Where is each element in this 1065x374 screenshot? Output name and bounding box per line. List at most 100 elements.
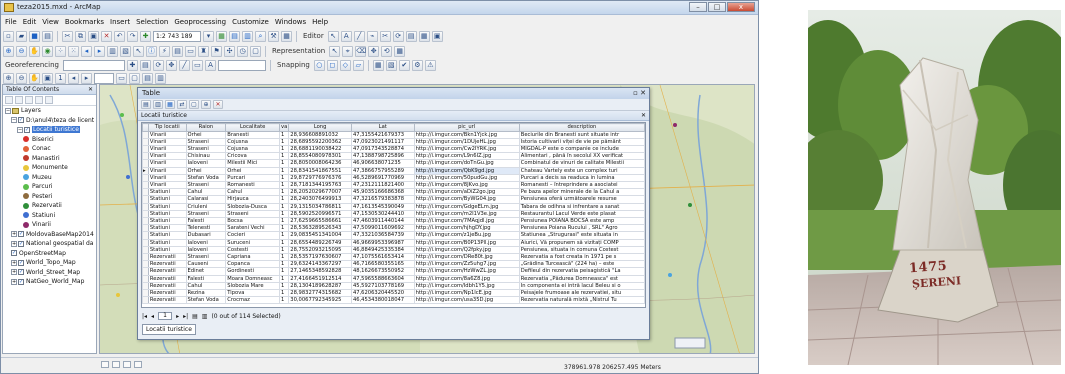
table-cell[interactable]: Rezervatii [147, 274, 187, 283]
trace-icon[interactable]: ⌁ [366, 30, 378, 42]
table-cell[interactable]: 47,3866757955289 [350, 166, 415, 175]
table-cell[interactable]: 29,6324143367297 [288, 260, 352, 269]
toc-item[interactable]: − Layers [3, 106, 96, 116]
table-cell[interactable]: 1 [279, 152, 290, 161]
table-cell[interactable]: Orhei [185, 130, 227, 139]
clear-table-selection-icon[interactable]: ▢ [189, 100, 199, 109]
toc-item[interactable]: Parcuri [3, 182, 96, 192]
table-cell[interactable]: 46,906638071235 [350, 159, 415, 168]
table-cell[interactable]: 47,1075561653414 [350, 252, 415, 262]
table-cell[interactable]: 28,2403076499913 [288, 195, 352, 204]
table-row[interactable]: Vinarii Ialoveni Milestii Mici 1 28,80500080… [142, 159, 645, 168]
georeferencing-label[interactable]: Georeferencing [5, 61, 59, 69]
table-cell[interactable]: 1 [279, 267, 290, 276]
table-tab-locatii-turistice[interactable]: Locatii turistice [142, 324, 196, 335]
toc-item[interactable]: + ✓ World_Street_Map [3, 268, 96, 278]
table-cell[interactable]: http://i.imgur.com/Np1IcE.jpg [413, 288, 520, 298]
table-cell[interactable]: 28,5902520996571 [288, 209, 352, 218]
add-data-icon[interactable]: ✚ [140, 30, 151, 42]
toc-item[interactable]: Manastiri [3, 154, 96, 164]
shift-raster-icon[interactable]: ✥ [165, 59, 177, 71]
go-to-xy-icon[interactable]: ✣ [224, 45, 235, 57]
table-cell[interactable]: Vinarii [147, 152, 187, 161]
table-cell[interactable]: Causeni [185, 260, 227, 269]
catalog-icon[interactable]: ▥ [242, 30, 253, 42]
edit-tool-icon[interactable]: ↖ [327, 30, 339, 42]
identify-icon[interactable]: ⓘ [146, 45, 157, 57]
table-cell[interactable]: Straseni [185, 252, 227, 262]
table-cell[interactable]: Rezina [185, 288, 227, 298]
open-icon[interactable]: ▰ [16, 30, 27, 42]
table-row[interactable]: Vinarii Orhei Branesti 1 28,936608891032 47,3… [142, 130, 645, 139]
table-cell[interactable]: Istoria cultivarii viței de vie pe pămân… [518, 137, 645, 146]
table-cell[interactable]: În componenta ei intră lacul Beleu si o [518, 281, 645, 290]
table-cell[interactable]: 1 [279, 288, 290, 298]
table-cell[interactable]: 1 [279, 159, 290, 168]
toc-item[interactable]: + ✓ MoldovaBaseMap2014 [3, 230, 96, 240]
close-tab-icon[interactable]: ✕ [641, 111, 646, 121]
map-topology-icon[interactable]: ▧ [385, 59, 397, 71]
validate-topology-icon[interactable]: ✔ [398, 59, 410, 71]
vertex-snapping-icon[interactable]: ◇ [339, 59, 351, 71]
table-cell[interactable]: http://i.imgur.com/Bkn1Yjck.jpg [413, 130, 520, 139]
representation-erase-icon[interactable]: ⌫ [355, 45, 367, 57]
table-cell[interactable]: Alimentari , până în secolul XX verifica… [518, 152, 645, 161]
table-row[interactable]: Statiuni Dubasari Cocieri 1 29,0835451341004… [142, 231, 645, 240]
toc-item[interactable]: Pesteri [3, 192, 96, 202]
new-document-icon[interactable]: ▫ [3, 30, 14, 42]
table-cell[interactable]: http://i.imgur.com/8a6Z8.jpg [413, 274, 520, 283]
table-cell[interactable]: Vinarii [147, 173, 187, 182]
table-cell[interactable]: 1 [279, 216, 290, 226]
table-row[interactable]: Statiuni Calarasi Hirjauca 1 28,240307649991… [142, 195, 645, 204]
table-cell[interactable]: http://i.imgur.com/50pudGu.jpg [413, 173, 520, 182]
editor-label[interactable]: Editor [303, 32, 324, 40]
pin-close-icon[interactable]: ✕ [88, 85, 93, 95]
expand-toggle-icon[interactable]: + [11, 269, 17, 275]
table-cell[interactable]: http://i.imgur.com/GdgeELm.jpg [413, 202, 520, 211]
html-popup-icon[interactable]: ▤ [172, 45, 183, 57]
toc-item[interactable]: Monumente [3, 163, 96, 173]
table-cell[interactable]: 48,1626673550952 [350, 267, 415, 276]
table-cell[interactable]: 28,5363289526343 [288, 224, 352, 233]
rotate-raster-icon[interactable]: ⟳ [152, 59, 164, 71]
layout-pan-icon[interactable]: ✋ [29, 72, 40, 84]
table-cell[interactable]: 45,5927103778169 [350, 281, 415, 290]
table-cell[interactable]: Vinarii [147, 130, 187, 139]
toc-options-icon[interactable] [45, 96, 53, 104]
table-cell[interactable]: Orhei [185, 166, 227, 175]
table-cell[interactable]: MIGDAL-P este o companie ce include [518, 144, 645, 154]
table-cell[interactable]: Chateau Vartely este un complex turi [518, 166, 645, 175]
table-row[interactable]: Vinarii Straseni Romanesti 1 28,718134419576… [142, 180, 645, 190]
table-cell[interactable]: Vinarii [147, 144, 187, 154]
show-selected-records-icon[interactable]: ▥ [202, 313, 208, 320]
related-tables-icon[interactable]: ▥ [153, 100, 163, 109]
back-extent-icon[interactable]: ◂ [81, 45, 92, 57]
table-cell[interactable]: Crocmaz [225, 296, 281, 305]
expand-toggle-icon[interactable]: + [11, 259, 17, 266]
table-cell[interactable]: Tipova [225, 288, 281, 298]
table-cell[interactable]: 28,6554489226749 [288, 238, 352, 247]
table-cell[interactable]: 1 [279, 274, 290, 283]
table-row[interactable]: Rezervatii Falesti Moara Domneasc 1 27,41664… [142, 274, 645, 283]
table-window-titlebar[interactable]: Table ▫ ✕ [138, 88, 649, 99]
font-dropdown[interactable] [217, 59, 266, 71]
table-cell[interactable]: http://i.imgur.com/7MAqjdl.jpg [413, 216, 520, 226]
table-cell[interactable]: „Grădina Turcească" (224 ha) – este [518, 260, 645, 269]
table-cell[interactable]: 1 [279, 260, 290, 269]
table-cell[interactable]: Cahul [185, 281, 227, 290]
table-cell[interactable]: Defileul din rezervatia peisagistică "La [518, 267, 645, 276]
table-cell[interactable]: 1 [279, 188, 290, 197]
table-cell[interactable]: Criuleni [185, 202, 227, 211]
table-cell[interactable]: Peisajele frumoase ale rezervatiei, situ [518, 288, 645, 298]
table-cell[interactable]: Ialoveni [185, 238, 227, 247]
table-cell[interactable]: Rezervatii [147, 296, 187, 305]
table-cell[interactable]: Pensiunea Poiana Rucului , SRL" Agro [518, 224, 645, 233]
table-cell[interactable]: Slobozia-Dusca [225, 202, 281, 211]
table-cell[interactable]: 28,7181344195763 [288, 180, 352, 190]
time-slider-icon[interactable]: ◷ [237, 45, 248, 57]
pause-drawing-icon[interactable] [134, 361, 142, 368]
table-cell[interactable]: 1 [279, 245, 290, 254]
paste-icon[interactable]: ▣ [88, 30, 99, 42]
layer-visibility-checkbox[interactable]: ✓ [18, 278, 24, 285]
rotate-icon[interactable]: ⟳ [392, 30, 404, 42]
